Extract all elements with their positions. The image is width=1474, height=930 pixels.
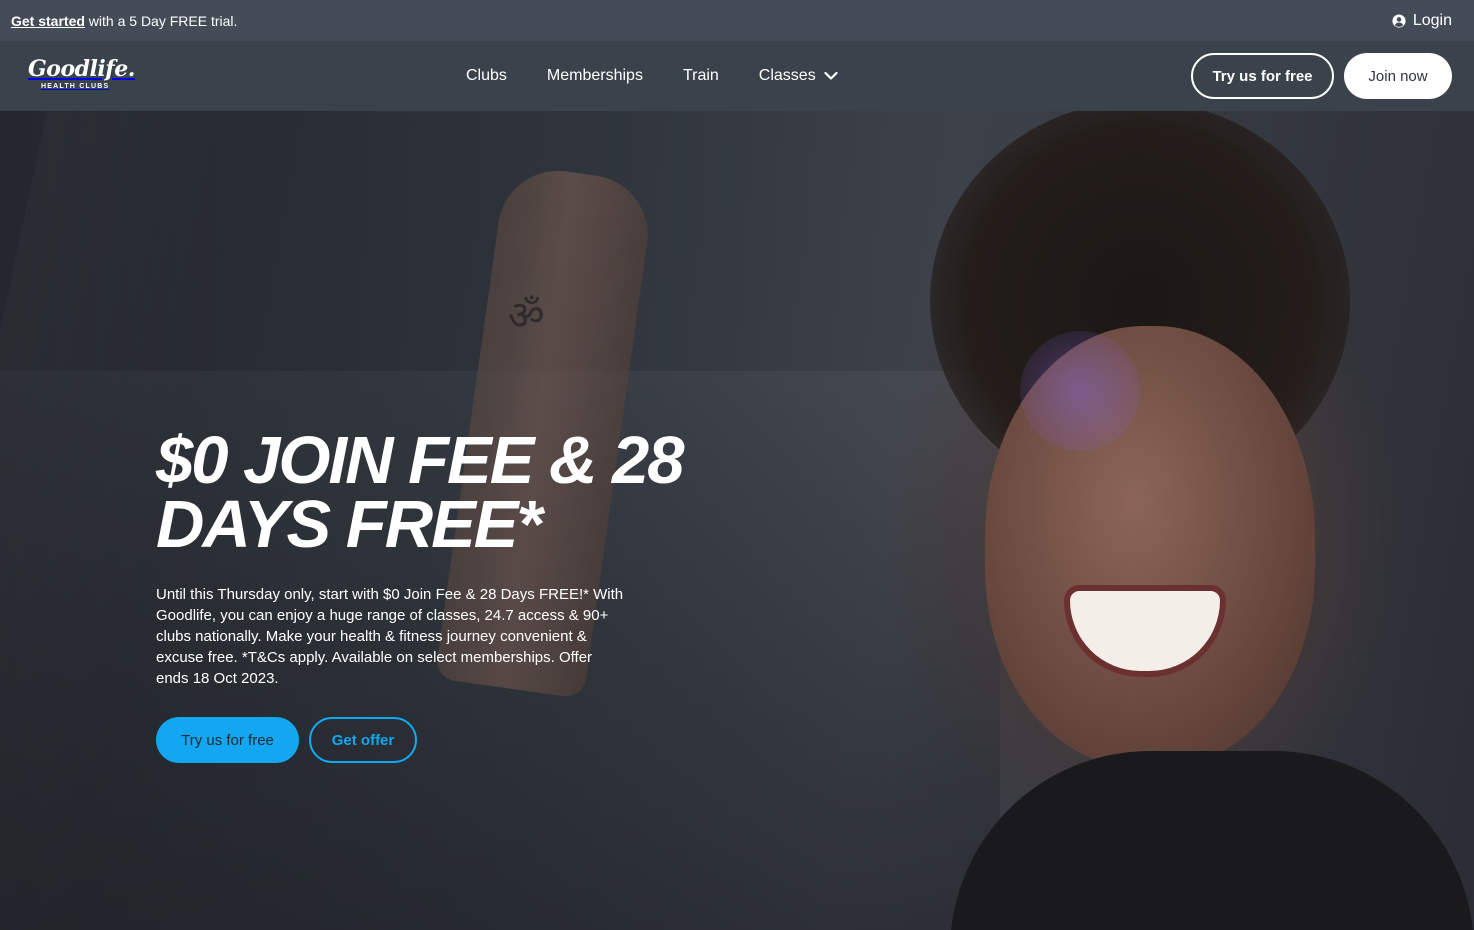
logo-wordmark: Goodlife. bbox=[28, 56, 135, 82]
hero-headline-line2: DAYS FREE* bbox=[156, 487, 543, 562]
hero-description: Until this Thursday only, start with $0 … bbox=[156, 586, 624, 687]
nav-menu: Clubs Memberships Train Classes bbox=[466, 41, 838, 111]
nav-item-classes-label: Classes bbox=[758, 67, 816, 84]
hero-banner: ॐ $0 JOIN FEE & 28 DAYS FREE* Until this… bbox=[0, 111, 1474, 930]
hero-actions: Try us for free Get offer bbox=[156, 717, 796, 763]
main-navigation: Goodlife. HEALTH CLUBS Clubs Memberships… bbox=[0, 41, 1474, 111]
chevron-down-icon bbox=[824, 71, 838, 80]
get-started-link[interactable]: Get started bbox=[11, 13, 85, 29]
login-link[interactable]: Login bbox=[1392, 12, 1452, 30]
hero-get-offer-button[interactable]: Get offer bbox=[309, 717, 417, 763]
hero-image-purple-light bbox=[1020, 331, 1140, 451]
nav-try-free-button[interactable]: Try us for free bbox=[1191, 53, 1334, 99]
hero-try-free-button[interactable]: Try us for free bbox=[156, 717, 299, 763]
goodlife-logo[interactable]: Goodlife. HEALTH CLUBS bbox=[28, 56, 135, 97]
nav-item-classes[interactable]: Classes bbox=[759, 67, 838, 85]
login-label: Login bbox=[1412, 11, 1452, 29]
hero-headline: $0 JOIN FEE & 28 DAYS FREE* bbox=[156, 427, 796, 558]
hero-content: $0 JOIN FEE & 28 DAYS FREE* Until this T… bbox=[156, 427, 796, 763]
promo-text: with a 5 Day FREE trial. bbox=[84, 12, 238, 29]
nav-item-train[interactable]: Train bbox=[683, 67, 719, 85]
nav-item-memberships[interactable]: Memberships bbox=[547, 67, 643, 85]
user-circle-icon bbox=[1392, 13, 1406, 28]
nav-item-clubs[interactable]: Clubs bbox=[466, 67, 507, 85]
announcement-bar: Get started with a 5 Day FREE trial. Log… bbox=[0, 0, 1474, 41]
nav-join-now-button[interactable]: Join now bbox=[1344, 53, 1452, 99]
hero-image-shoulder bbox=[950, 751, 1474, 930]
promo-message: Get started with a 5 Day FREE trial. bbox=[11, 13, 237, 29]
logo-subtext: HEALTH CLUBS bbox=[41, 83, 110, 90]
